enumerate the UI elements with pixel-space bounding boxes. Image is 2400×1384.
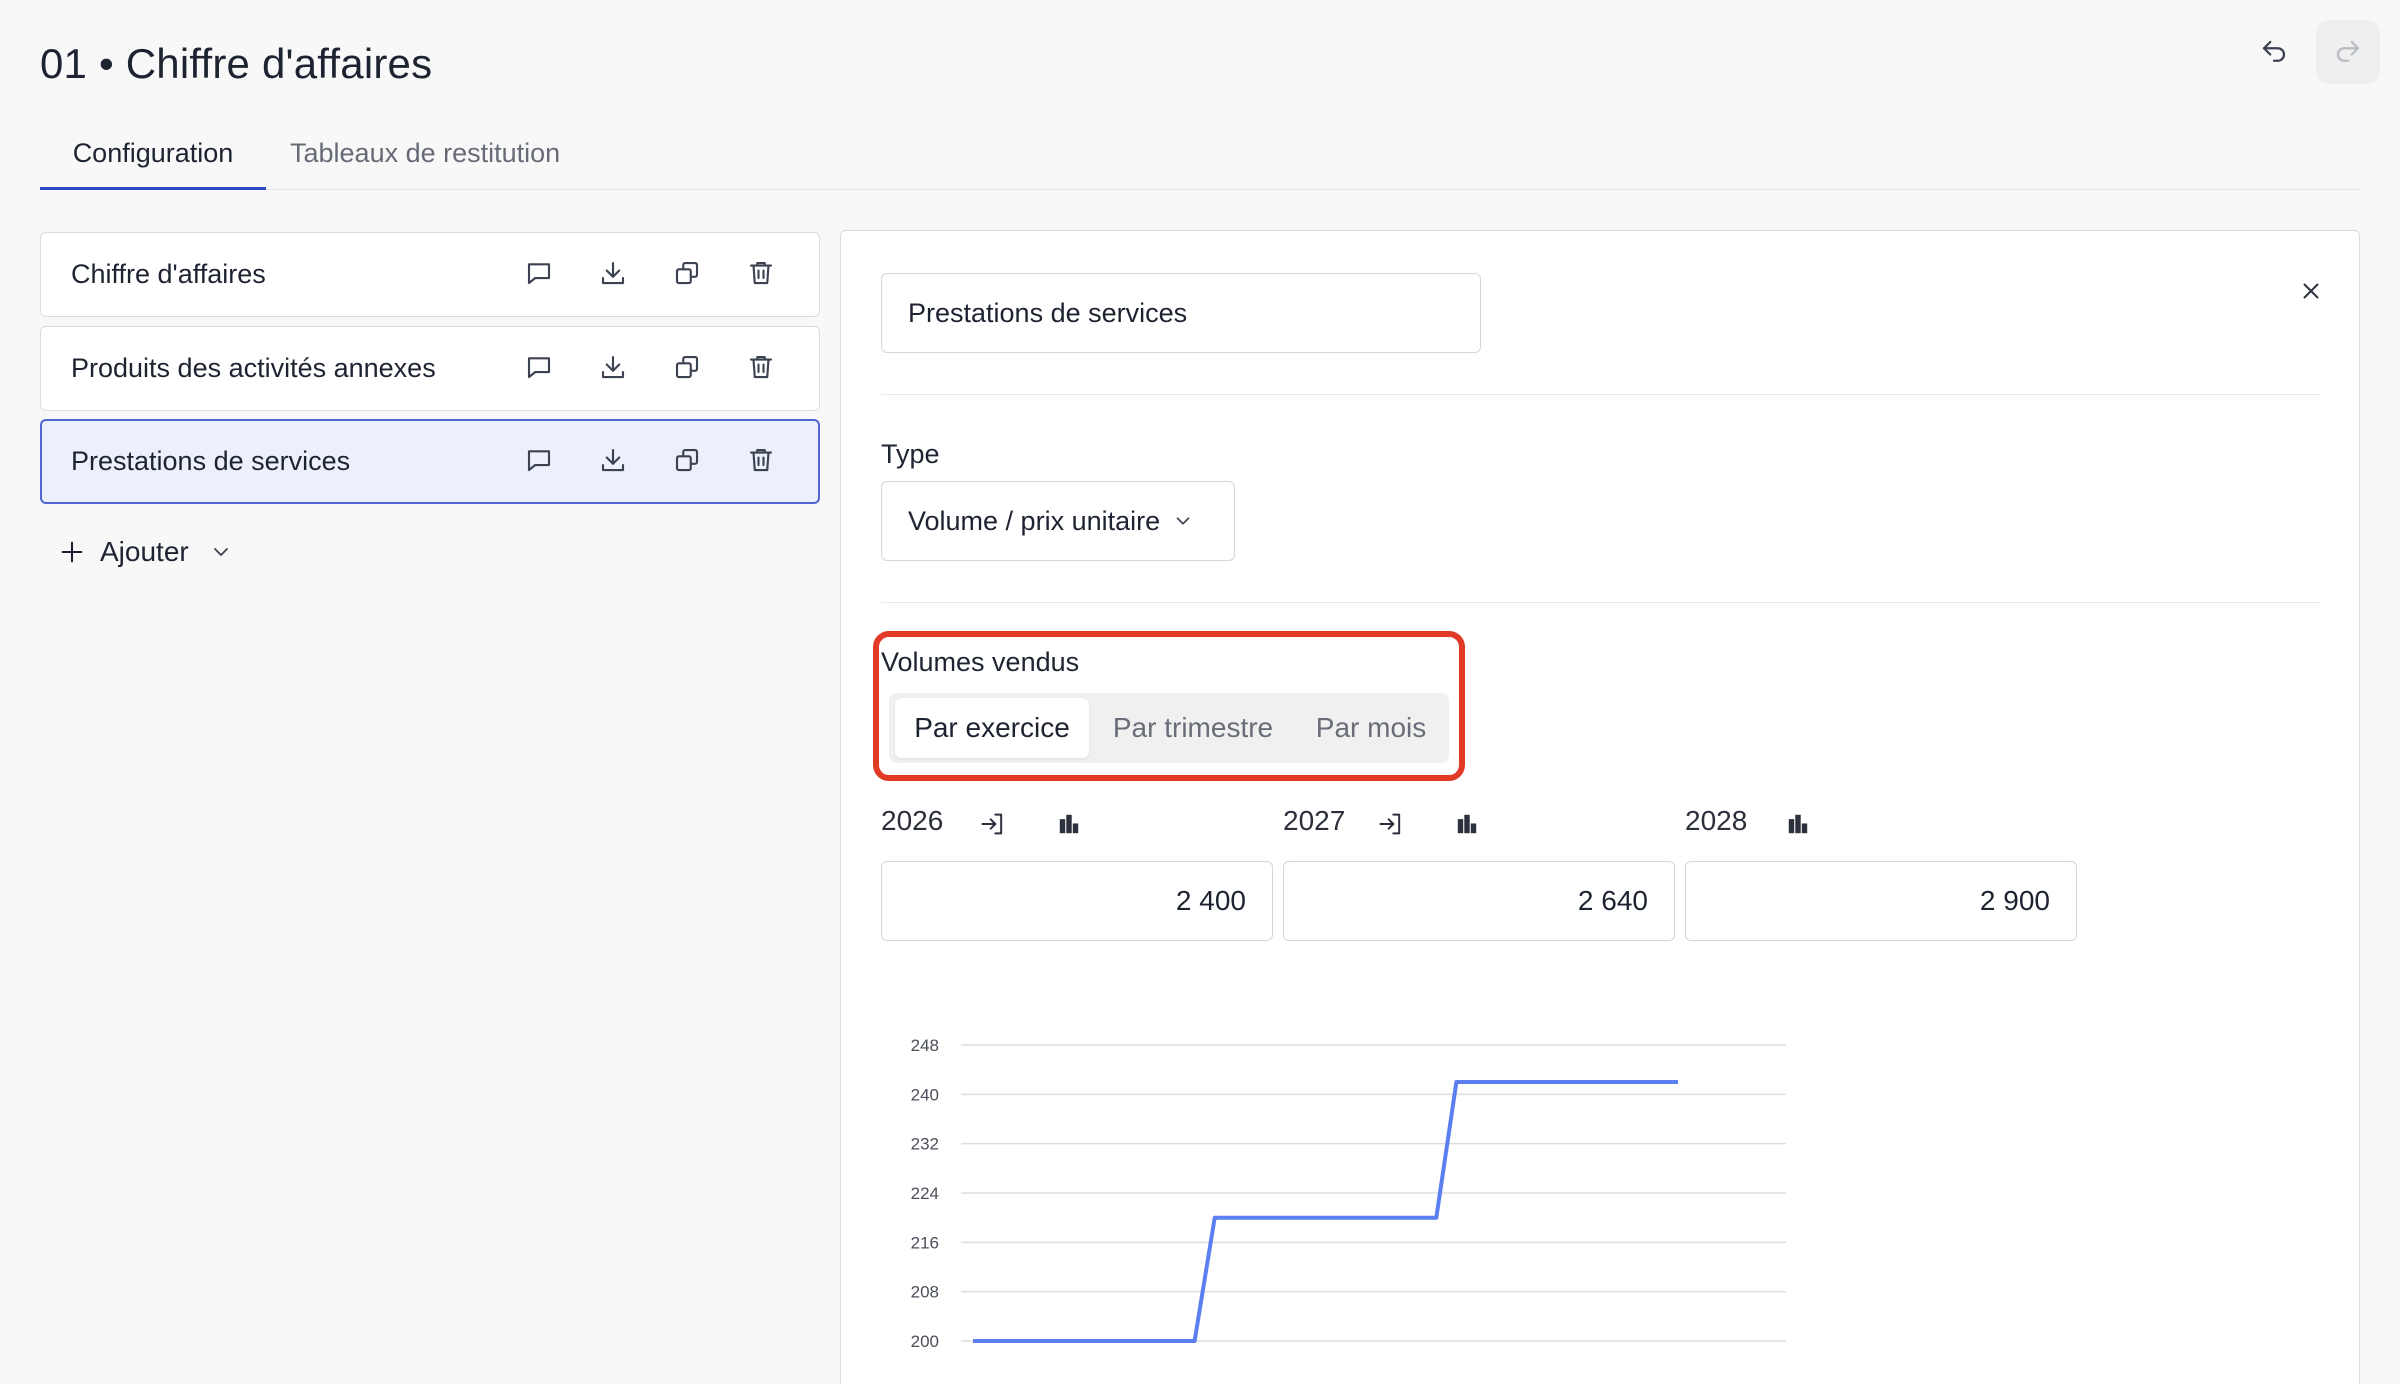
- tab-bar: Configuration Tableaux de restitution: [40, 128, 2360, 190]
- series-line: [973, 1080, 1678, 1343]
- list-item[interactable]: Produits des activités annexes: [40, 326, 820, 411]
- chart-button[interactable]: [1052, 807, 1086, 841]
- delete-button[interactable]: [743, 349, 779, 385]
- download-button[interactable]: [595, 442, 631, 478]
- list-item[interactable]: Chiffre d'affaires: [40, 232, 820, 317]
- divider: [881, 602, 2321, 603]
- redo-button[interactable]: [2316, 20, 2380, 84]
- add-label: Ajouter: [100, 536, 189, 567]
- bar-chart-icon: [1788, 814, 1808, 834]
- segment-par-trimestre[interactable]: Par trimestre: [1093, 698, 1293, 758]
- trash-icon: [749, 261, 773, 285]
- year-label: 2028: [1685, 805, 1748, 836]
- year-label: 2027: [1283, 805, 1346, 836]
- detail-panel: Type Volume / prix unitaire Volumes vend…: [840, 230, 2360, 1384]
- comment-icon: [527, 450, 551, 472]
- app-page: 01 • Chiffre d'affaires Configuration Ta…: [0, 0, 2400, 1384]
- y-tick-label: 216: [911, 1233, 939, 1252]
- segment-par-exercice[interactable]: Par exercice: [895, 698, 1089, 758]
- comment-icon: [527, 263, 551, 285]
- download-button[interactable]: [595, 255, 631, 291]
- redo-icon: [2336, 40, 2360, 62]
- y-tick-label: 248: [911, 1036, 939, 1055]
- import-button[interactable]: [1374, 807, 1408, 841]
- year-label: 2026: [881, 805, 944, 836]
- type-label: Type: [881, 439, 940, 469]
- type-select[interactable]: Volume / prix unitaire: [881, 481, 1235, 561]
- close-button[interactable]: [2291, 271, 2331, 311]
- period-segmented-control: Par exercice Par trimestre Par mois: [889, 693, 1449, 763]
- download-icon: [601, 448, 625, 472]
- list-item-label: Produits des activités annexes: [71, 353, 436, 383]
- row-actions: [521, 442, 779, 478]
- volume-input-2026[interactable]: [881, 861, 1273, 941]
- line-chart: 200 208 216 224 232 240 248: [911, 1036, 1786, 1351]
- chevron-down-icon: [213, 548, 228, 556]
- duplicate-button[interactable]: [669, 442, 705, 478]
- comment-button[interactable]: [521, 255, 557, 291]
- comment-icon: [527, 357, 551, 379]
- undo-button[interactable]: [2242, 20, 2306, 84]
- volumes-label: Volumes vendus: [881, 647, 1080, 677]
- tab-configuration[interactable]: Configuration: [40, 128, 266, 190]
- name-input[interactable]: [881, 273, 1481, 353]
- type-select-value: Volume / prix unitaire: [908, 505, 1161, 536]
- y-tick-label: 240: [911, 1085, 939, 1104]
- plus-icon: [61, 541, 83, 563]
- duplicate-button[interactable]: [669, 255, 705, 291]
- download-icon: [601, 261, 625, 285]
- list-item-label: Chiffre d'affaires: [71, 259, 266, 289]
- y-tick-label: 232: [911, 1135, 939, 1154]
- list-item-label: Prestations de services: [71, 446, 351, 476]
- y-tick-label: 224: [911, 1184, 939, 1203]
- bar-chart-icon: [1457, 814, 1477, 834]
- comment-button[interactable]: [521, 442, 557, 478]
- tab-tableaux-de-restitution[interactable]: Tableaux de restitution: [290, 128, 610, 190]
- divider: [881, 394, 2321, 395]
- duplicate-button[interactable]: [669, 349, 705, 385]
- bar-chart-icon: [1059, 814, 1079, 834]
- import-button[interactable]: [976, 807, 1010, 841]
- close-icon: [2303, 283, 2319, 299]
- import-icon: [981, 813, 1003, 835]
- download-button[interactable]: [595, 349, 631, 385]
- delete-button[interactable]: [743, 442, 779, 478]
- chart-button[interactable]: [1781, 807, 1815, 841]
- volume-chart: 200 208 216 224 232 240 248: [861, 1011, 1841, 1384]
- volume-input-2027[interactable]: [1283, 861, 1675, 941]
- delete-button[interactable]: [743, 255, 779, 291]
- add-dropdown-button[interactable]: Ajouter: [58, 536, 233, 568]
- duplicate-icon: [675, 448, 699, 472]
- trash-icon: [749, 448, 773, 472]
- undo-icon: [2262, 40, 2286, 62]
- chart-button[interactable]: [1450, 807, 1484, 841]
- volume-input-2028[interactable]: [1685, 861, 2077, 941]
- comment-button[interactable]: [521, 349, 557, 385]
- page-title: 01 • Chiffre d'affaires: [40, 40, 433, 87]
- row-actions: [521, 255, 779, 291]
- y-tick-label: 200: [911, 1332, 939, 1351]
- chevron-down-icon: [1176, 517, 1190, 525]
- duplicate-icon: [675, 355, 699, 379]
- y-tick-label: 208: [911, 1283, 939, 1302]
- trash-icon: [749, 355, 773, 379]
- segment-par-mois[interactable]: Par mois: [1297, 698, 1445, 758]
- row-actions: [521, 349, 779, 385]
- download-icon: [601, 355, 625, 379]
- duplicate-icon: [675, 261, 699, 285]
- import-icon: [1379, 813, 1401, 835]
- list-item-selected[interactable]: Prestations de services: [40, 419, 820, 504]
